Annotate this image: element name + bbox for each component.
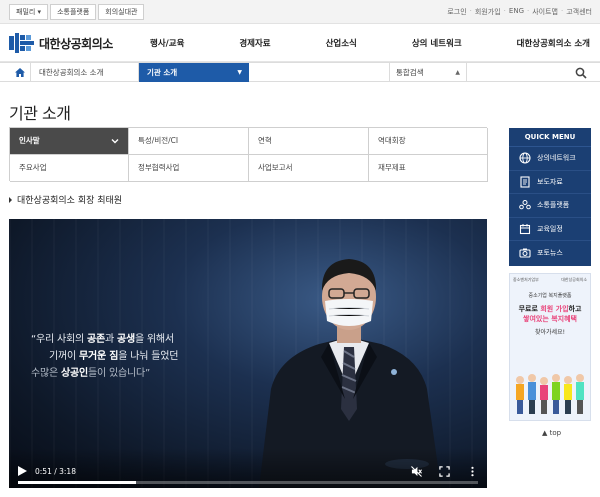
fullscreen-icon[interactable] [439, 466, 450, 477]
quote-line-3: 수많은 상공인들이 있습니다” [31, 368, 150, 379]
globe-icon [519, 152, 531, 164]
document-icon [520, 176, 530, 188]
video-player[interactable]: “우리 사회의 공존과 공생을 위해서 기꺼이 무거운 짐을 나눠 들었던 수많… [9, 219, 487, 488]
tab-main-business[interactable]: 주요사업 [10, 155, 129, 182]
home-button[interactable] [9, 63, 31, 82]
tab-label: 사업보고서 [258, 163, 293, 172]
main-nav: 행사/교육 경제자료 산업소식 상의 네트워크 대한상공회의소 소개 [150, 37, 590, 49]
site-header: 대한상공회의소 행사/교육 경제자료 산업소식 상의 네트워크 대한상공회의소 … [0, 24, 600, 62]
separator: · [469, 7, 472, 15]
quick-item-label: 소통플랫폼 [537, 201, 570, 210]
play-icon[interactable] [18, 466, 27, 476]
welfare-platform-banner[interactable]: 중소벤처기업부 대한상공회의소 중소기업 복지플랫폼 무료로 회원 가입하고 쌓… [509, 273, 591, 421]
tab-vision-ci[interactable]: 특성/비전/CI [129, 128, 249, 155]
quick-item-press[interactable]: 보도자료 [509, 171, 591, 194]
quote-line-2: 기꺼이 무거운 짐을 나눠 들었던 [49, 351, 179, 362]
logo-text: 대한상공회의소 [39, 36, 113, 51]
utility-right: 로그인 · 회원가입 · ENG · 사이트맵 · 고객센터 [447, 7, 592, 17]
utility-left: 패밀리 ▾ 소통플랫폼 회의실대관 [9, 4, 146, 20]
quick-item-label: 보도자료 [537, 177, 563, 186]
caret-down-icon: ▼ [237, 69, 242, 76]
utility-bar: 패밀리 ▾ 소통플랫폼 회의실대관 로그인 · 회원가입 · ENG · 사이트맵 · … [0, 0, 600, 24]
more-options-icon[interactable] [467, 466, 478, 477]
breadcrumb: 대한상공회의소 소개 기관 소개 ▼ 통합검색 ▲ [0, 62, 600, 82]
mute-icon[interactable] [411, 466, 422, 477]
video-controls: 0:51 / 3:18 [9, 448, 487, 488]
quick-item-network[interactable]: 상의네트워크 [509, 147, 591, 171]
quote-line-1: “우리 사회의 공존과 공생을 위해서 [31, 334, 174, 345]
quick-item-label: 포토뉴스 [537, 248, 563, 257]
quick-menu-title: QUICK MENU [509, 128, 591, 147]
video-progress-fill [18, 481, 137, 484]
separator: · [561, 7, 564, 15]
quick-item-label: 상의네트워크 [537, 154, 576, 163]
search-scope-label: 통합검색 [396, 68, 424, 77]
tab-label: 인사말 [19, 136, 40, 145]
home-icon [14, 68, 25, 77]
tab-business-report[interactable]: 사업보고서 [249, 155, 369, 182]
quick-item-label: 교육일정 [537, 224, 563, 233]
tab-financial-statements[interactable]: 재무제표 [369, 155, 488, 182]
banner-headline-2: 쌓여있는 복지혜택 [523, 315, 577, 323]
page-title: 기관 소개 [9, 104, 71, 123]
search-scope-dropdown[interactable]: 통합검색 ▲ [389, 63, 467, 82]
tab-past-chairmen[interactable]: 역대회장 [369, 128, 488, 155]
section-heading: 대한상공회의소 회장 최태원 [9, 193, 122, 206]
breadcrumb-current-dropdown[interactable]: 기관 소개 ▼ [139, 63, 249, 82]
communication-platform-button[interactable]: 소통플랫폼 [50, 4, 97, 20]
banner-org-right: 대한상공회의소 [561, 277, 587, 282]
login-link[interactable]: 로그인 [447, 7, 466, 17]
nav-about[interactable]: 대한상공회의소 소개 [517, 37, 590, 49]
tab-history[interactable]: 연혁 [249, 128, 369, 155]
tab-label: 주요사업 [19, 163, 47, 172]
calendar-icon [519, 223, 531, 234]
nav-chamber-network[interactable]: 상의 네트워크 [412, 37, 462, 49]
quick-item-platform[interactable]: 소통플랫폼 [509, 194, 591, 218]
english-link[interactable]: ENG [509, 7, 524, 17]
search-icon[interactable] [575, 67, 587, 79]
breadcrumb-parent[interactable]: 대한상공회의소 소개 [31, 63, 139, 82]
separator: · [503, 7, 506, 15]
bullet-icon [9, 196, 12, 203]
family-site-button[interactable]: 패밀리 ▾ [9, 4, 49, 20]
nav-industry-news[interactable]: 산업소식 [326, 37, 357, 49]
quick-menu: QUICK MENU 상의네트워크 보도자료 소통플랫폼 교육일정 포토뉴스 [509, 128, 591, 266]
signup-link[interactable]: 회원가입 [475, 7, 501, 17]
chevron-down-icon [111, 139, 119, 144]
banner-org-left: 중소벤처기업부 [513, 277, 539, 282]
video-quote: “우리 사회의 공존과 공생을 위해서 기꺼이 무거운 짐을 나눠 들었던 수많… [31, 331, 291, 382]
banner-subtitle: 중소기업 복지플랫폼 [528, 293, 572, 299]
people-illustration [516, 374, 584, 414]
video-time: 0:51 / 3:18 [35, 467, 76, 476]
customer-center-link[interactable]: 고객센터 [566, 7, 592, 17]
video-progress-bar[interactable] [18, 481, 478, 484]
back-to-top-link[interactable]: ▲ top [542, 429, 561, 437]
tab-label: 특성/비전/CI [138, 136, 179, 145]
separator: · [527, 7, 530, 15]
breadcrumb-parent-label: 대한상공회의소 소개 [39, 68, 104, 77]
tab-gov-cooperation[interactable]: 정부협력사업 [129, 155, 249, 182]
people-icon [519, 200, 531, 210]
banner-cta: 찾아가세요! [534, 329, 565, 336]
section-heading-text: 대한상공회의소 회장 최태원 [17, 196, 123, 206]
banner-orgs: 중소벤처기업부 대한상공회의소 [510, 274, 590, 283]
nav-events-education[interactable]: 행사/교육 [150, 37, 184, 49]
meeting-room-button[interactable]: 회의실대관 [98, 4, 145, 20]
nav-economic-data[interactable]: 경제자료 [239, 37, 270, 49]
camera-icon [519, 248, 531, 258]
site-logo[interactable]: 대한상공회의소 [9, 33, 113, 53]
caret-down-icon: ▲ [455, 69, 460, 76]
tab-label: 역대회장 [378, 136, 406, 145]
tab-label: 정부협력사업 [138, 163, 180, 172]
sitemap-link[interactable]: 사이트맵 [532, 7, 558, 17]
quick-item-photo[interactable]: 포토뉴스 [509, 241, 591, 265]
quick-item-schedule[interactable]: 교육일정 [509, 218, 591, 241]
breadcrumb-current-label: 기관 소개 [147, 68, 178, 77]
tab-label: 재무제표 [378, 163, 406, 172]
banner-headline: 무료로 회원 가입하고 [518, 305, 582, 313]
sub-tabs: 인사말 특성/비전/CI 연혁 역대회장 주요사업 정부협력사업 사업보고서 재… [9, 127, 488, 182]
tab-greeting[interactable]: 인사말 [10, 128, 129, 155]
kcci-logo-icon [9, 33, 34, 53]
tab-label: 연혁 [258, 136, 272, 145]
